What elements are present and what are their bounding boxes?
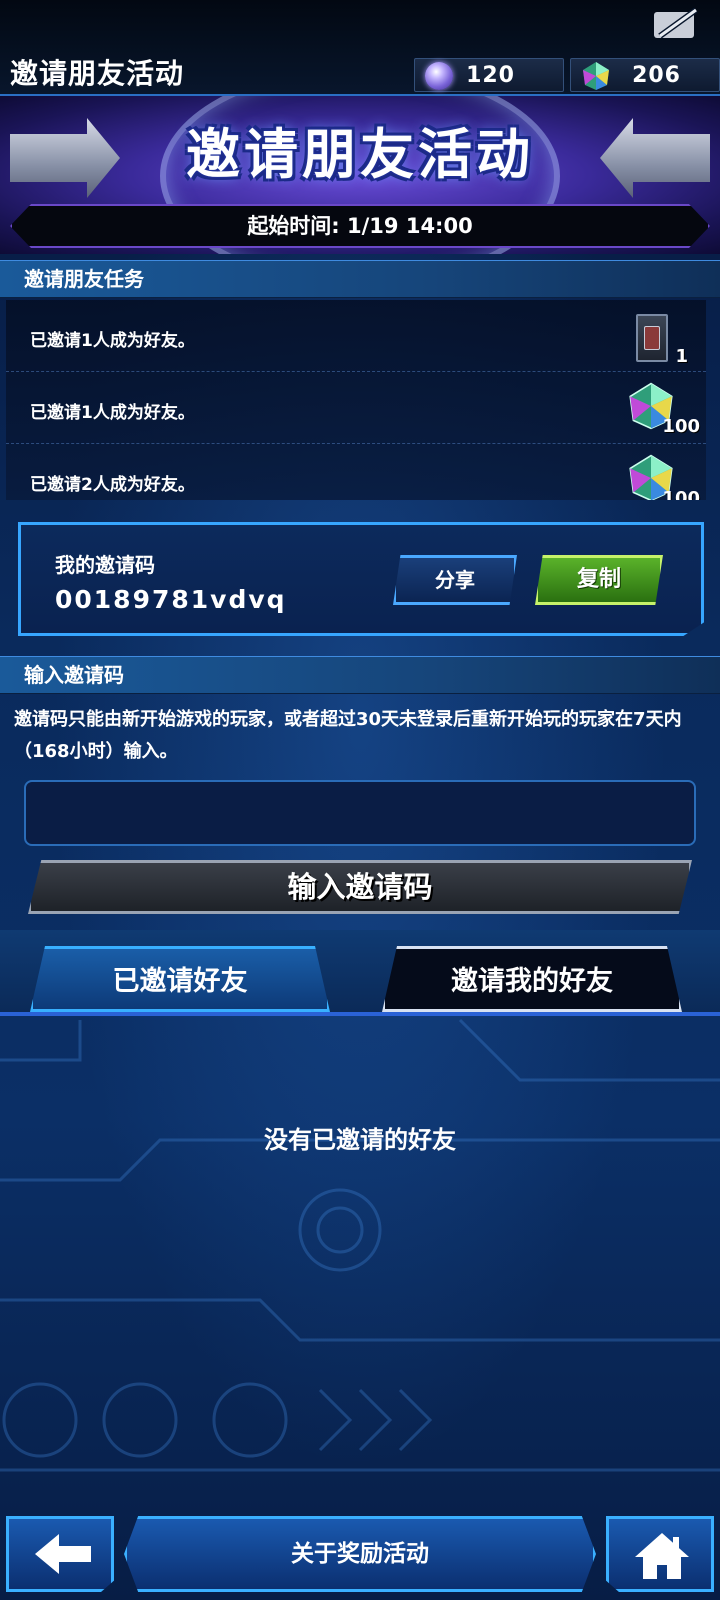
back-button[interactable] xyxy=(6,1516,114,1592)
enter-code-button[interactable]: 输入邀请码 xyxy=(28,860,692,914)
gem-count: 206 xyxy=(632,63,681,88)
copy-button[interactable]: 复制 xyxy=(535,555,663,605)
invite-code-input[interactable] xyxy=(24,780,696,846)
my-invite-code-panel: 我的邀请码 00189781vdvq 分享 复制 xyxy=(18,522,704,636)
top-bar: 邀请朋友活动 120 206 xyxy=(0,0,720,96)
mission-item: 已邀请1人成为好友。 100 xyxy=(6,372,706,444)
card-pack-icon xyxy=(636,314,668,362)
about-rewards-button[interactable]: 关于奖励活动 xyxy=(124,1516,596,1592)
gem-currency: 206 xyxy=(570,58,720,92)
orb-currency: 120 xyxy=(414,58,564,92)
friend-tabs: 已邀请好友 邀请我的好友 xyxy=(0,930,720,1016)
banner-title: 邀请朋友活动 xyxy=(186,123,534,186)
my-code-label: 我的邀请码 xyxy=(55,553,155,577)
start-time: 起始时间: 1/19 14:00 xyxy=(247,214,473,238)
reward-qty: 100 xyxy=(662,416,700,437)
gem-icon xyxy=(583,62,609,90)
orb-icon xyxy=(425,62,453,90)
reward-qty: 1 xyxy=(675,346,688,367)
tab-friends-who-invited-me[interactable]: 邀请我的好友 xyxy=(382,946,682,1012)
edit-icon[interactable] xyxy=(652,6,702,42)
mission-item: 已邀请2人成为好友。 100 xyxy=(6,444,706,500)
enter-code-description: 邀请码只能由新开始游戏的玩家，或者超过30天未登录后重新开始玩的玩家在7天内（1… xyxy=(14,709,682,762)
my-code-value: 00189781vdvq xyxy=(55,585,287,614)
reward-qty: 100 xyxy=(662,488,700,500)
home-icon xyxy=(635,1533,689,1579)
empty-list-message: 没有已邀请的好友 xyxy=(264,1126,456,1154)
mission-text: 已邀请1人成为好友。 xyxy=(30,403,195,423)
orb-count: 120 xyxy=(466,63,515,88)
mission-list[interactable]: 已邀请1人成为好友。 1 已邀请1人成为好友。 100 已邀请2人成为好友。 1… xyxy=(6,300,706,500)
event-banner: 邀请朋友活动 起始时间: 1/19 14:00 xyxy=(0,96,720,254)
bottom-bar: 关于奖励活动 xyxy=(0,1512,720,1600)
start-time-bar: 起始时间: 1/19 14:00 xyxy=(10,204,710,248)
page-title: 邀请朋友活动 xyxy=(10,57,185,90)
missions-header: 邀请朋友任务 xyxy=(0,260,720,298)
mission-text: 已邀请2人成为好友。 xyxy=(30,475,195,495)
back-arrow-icon xyxy=(35,1534,91,1574)
home-button[interactable] xyxy=(606,1516,714,1592)
enter-code-header: 输入邀请码 xyxy=(0,656,720,694)
share-button[interactable]: 分享 xyxy=(393,555,517,605)
tab-invited-friends[interactable]: 已邀请好友 xyxy=(30,946,330,1012)
mission-text: 已邀请1人成为好友。 xyxy=(30,331,195,351)
mission-item: 已邀请1人成为好友。 1 xyxy=(6,300,706,372)
